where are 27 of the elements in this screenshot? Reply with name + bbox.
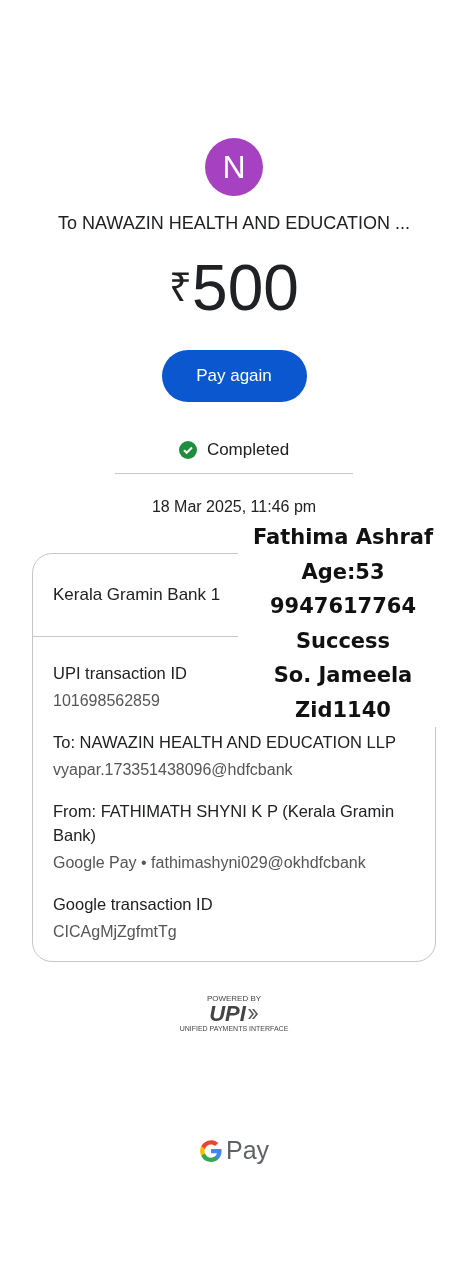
g-logo-icon [198, 1138, 223, 1163]
powered-by-label: POWERED BY [206, 994, 262, 1003]
currency-symbol: ₹ [169, 264, 193, 311]
payee-name: To NAWAZIN HEALTH AND EDUCATION ... [57, 213, 410, 234]
note-line: Fathima Ashraf [252, 524, 434, 551]
note-line: Success [295, 627, 391, 655]
field-value: vyapar.173351438096@hdfcbank [53, 761, 293, 779]
field-label: UPI transaction ID [53, 663, 187, 684]
note-line: So. Jameela [273, 662, 413, 689]
check-circle-icon [178, 441, 197, 459]
note-line: Zid1140 [295, 696, 391, 724]
field-label: Google transaction ID [53, 894, 213, 915]
field-value: CICAgMjZgfmtTg [53, 923, 177, 941]
pay-again-button[interactable]: Pay again [161, 350, 307, 402]
field-value: Google Pay • fathimashyni029@okhdfcbank [53, 854, 366, 872]
transaction-date: 18 Mar 2025, 11:46 pm [151, 498, 317, 516]
bank-name: Kerala Gramin Bank 1 [53, 585, 221, 605]
avatar: N [205, 138, 263, 196]
upi-logo: UPI [209, 1003, 259, 1025]
note-line: 9947617764 [269, 593, 417, 620]
brand-name: Pay [225, 1136, 270, 1165]
field-label: To: NAWAZIN HEALTH AND EDUCATION LLP [53, 732, 396, 753]
field-label: From: FATHIMATH SHYNI K P (Kerala Gramin Bank) [53, 801, 396, 846]
field-value: 101698562859 [53, 692, 160, 710]
status-label: Completed [206, 440, 290, 460]
note-line: Age:53 [301, 558, 385, 586]
amount: 500 [192, 252, 299, 324]
